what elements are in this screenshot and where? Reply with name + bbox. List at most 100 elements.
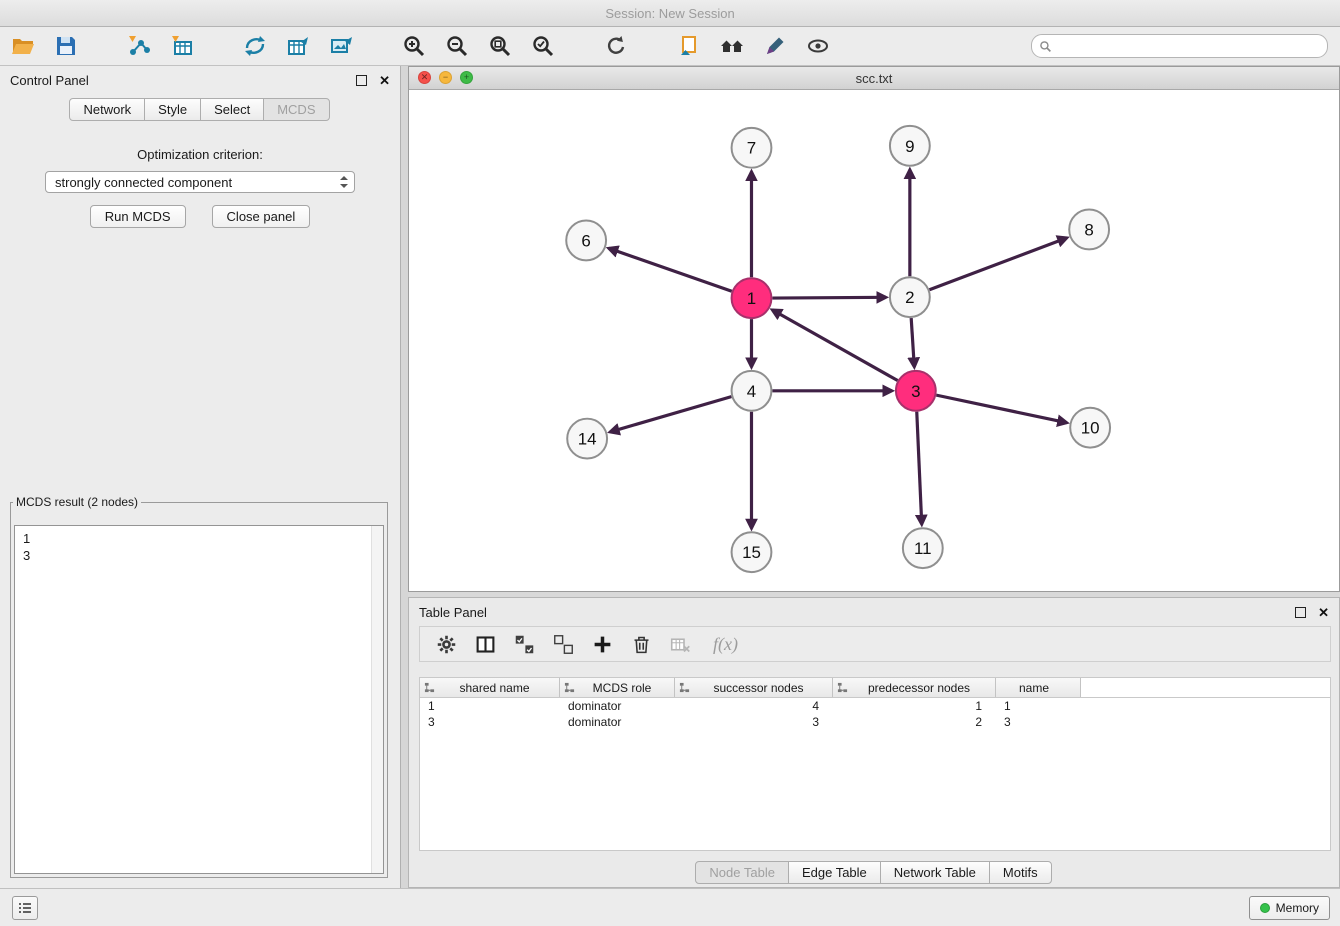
graph-node-15[interactable]: 15: [732, 532, 772, 572]
tab-style[interactable]: Style: [144, 98, 201, 121]
table-cell: dominator: [560, 699, 675, 713]
window-close-icon[interactable]: ✕: [418, 71, 431, 84]
memory-label: Memory: [1276, 901, 1319, 915]
graph-edge-1-6[interactable]: [609, 248, 732, 291]
search-input[interactable]: [1052, 36, 1327, 56]
table-cell: 3: [996, 715, 1081, 729]
graph-node-8[interactable]: 8: [1069, 210, 1109, 250]
graph-node-4[interactable]: 4: [732, 371, 772, 411]
svg-text:10: 10: [1081, 419, 1100, 438]
memory-button[interactable]: Memory: [1249, 896, 1330, 920]
table-tab-network-table[interactable]: Network Table: [880, 861, 990, 884]
graph-edge-3-10[interactable]: [936, 395, 1066, 423]
graph-node-2[interactable]: 2: [890, 277, 930, 317]
column-header-label: MCDS role: [578, 681, 674, 695]
network-window-title: scc.txt: [856, 71, 893, 86]
svg-text:7: 7: [747, 139, 756, 158]
column-header-label: predecessor nodes: [851, 681, 995, 695]
table-tab-node-table[interactable]: Node Table: [695, 861, 789, 884]
mcds-result-list: 13: [14, 525, 384, 874]
tab-select[interactable]: Select: [200, 98, 264, 121]
graph-node-3[interactable]: 3: [896, 371, 936, 411]
duplicate-network-icon[interactable]: [676, 33, 702, 59]
close-panel-icon[interactable]: ✕: [379, 74, 390, 87]
refresh-view-icon[interactable]: [603, 33, 629, 59]
graph-node-1[interactable]: 1: [732, 278, 772, 318]
mcds-result-group: MCDS result (2 nodes) 13: [10, 495, 388, 878]
tab-network[interactable]: Network: [69, 98, 145, 121]
save-session-icon[interactable]: [53, 33, 79, 59]
zoom-selected-icon[interactable]: [530, 33, 556, 59]
mcds-result-item[interactable]: 3: [23, 547, 383, 564]
graph-edge-2-8[interactable]: [929, 238, 1066, 290]
column-header-name[interactable]: name: [996, 678, 1081, 697]
column-type-icon: [837, 682, 848, 693]
table-row[interactable]: 1dominator411: [420, 698, 1330, 714]
svg-text:2: 2: [905, 288, 914, 307]
table-tab-edge-table[interactable]: Edge Table: [788, 861, 881, 884]
graph-node-9[interactable]: 9: [890, 126, 930, 166]
window-zoom-icon[interactable]: +: [460, 71, 473, 84]
graph-edge-3-1[interactable]: [772, 310, 897, 381]
column-type-icon: [424, 682, 435, 693]
graph-edge-1-2[interactable]: [772, 297, 886, 298]
table-cell: dominator: [560, 715, 675, 729]
zoom-fit-icon[interactable]: [487, 33, 513, 59]
float-table-panel-icon[interactable]: [1295, 607, 1306, 618]
network-canvas[interactable]: 1 2 3 4 6 7 8 9 10 11 14 15: [409, 90, 1339, 591]
table-cell: 3: [420, 715, 560, 729]
select-all-icon[interactable]: [512, 632, 536, 656]
graph-edge-2-3[interactable]: [911, 318, 914, 367]
zoom-out-icon[interactable]: [444, 33, 470, 59]
criterion-selected-value: strongly connected component: [55, 175, 232, 190]
show-hide-icon[interactable]: [805, 33, 831, 59]
open-file-icon[interactable]: [10, 33, 36, 59]
criterion-select[interactable]: strongly connected component: [45, 171, 355, 193]
task-history-button[interactable]: [12, 896, 38, 920]
table-cell: 3: [675, 715, 833, 729]
table-body: 1dominator4113dominator323: [420, 698, 1330, 730]
close-panel-button[interactable]: Close panel: [212, 205, 311, 228]
import-network-icon[interactable]: [126, 33, 152, 59]
control-panel: Control Panel ✕ NetworkStyleSelectMCDS O…: [0, 66, 401, 888]
zoom-in-icon[interactable]: [401, 33, 427, 59]
graph-node-14[interactable]: 14: [567, 419, 607, 459]
table-tab-motifs[interactable]: Motifs: [989, 861, 1052, 884]
annotation-pen-icon[interactable]: [762, 33, 788, 59]
result-scrollbar[interactable]: [371, 526, 383, 873]
column-header-predecessor-nodes[interactable]: predecessor nodes: [833, 678, 996, 697]
mcds-result-item[interactable]: 1: [23, 530, 383, 547]
column-header-label: successor nodes: [693, 681, 832, 695]
graph-edge-3-11[interactable]: [917, 412, 922, 525]
column-header-successor-nodes[interactable]: successor nodes: [675, 678, 833, 697]
close-table-panel-icon[interactable]: ✕: [1318, 606, 1329, 619]
table-row[interactable]: 3dominator323: [420, 714, 1330, 730]
column-header-label: name: [996, 681, 1080, 695]
graph-node-10[interactable]: 10: [1070, 408, 1110, 448]
export-network-icon[interactable]: [242, 33, 268, 59]
deselect-all-icon[interactable]: [551, 632, 575, 656]
run-mcds-button[interactable]: Run MCDS: [90, 205, 186, 228]
add-column-icon[interactable]: [590, 632, 614, 656]
window-minimize-icon[interactable]: −: [439, 71, 452, 84]
search-box: [1031, 34, 1328, 58]
table-tabs: Node TableEdge TableNetwork TableMotifs: [409, 861, 1339, 884]
table-header-row: shared name MCDS role successor nodes prede…: [420, 678, 1330, 698]
column-header-mcds-role[interactable]: MCDS role: [560, 678, 675, 697]
delete-row-trash-icon[interactable]: [629, 632, 653, 656]
export-table-icon[interactable]: [285, 33, 311, 59]
home-view-icon[interactable]: [719, 33, 745, 59]
import-table-icon[interactable]: [169, 33, 195, 59]
column-header-shared-name[interactable]: shared name: [420, 678, 560, 697]
graph-node-6[interactable]: 6: [566, 220, 606, 260]
export-image-icon[interactable]: [328, 33, 354, 59]
tab-mcds[interactable]: MCDS: [263, 98, 329, 121]
float-panel-icon[interactable]: [356, 75, 367, 86]
graph-node-7[interactable]: 7: [732, 128, 772, 168]
graph-node-11[interactable]: 11: [903, 528, 943, 568]
status-bar: Memory: [0, 888, 1340, 926]
table-settings-gear-icon[interactable]: [434, 632, 458, 656]
panel-splitter[interactable]: [401, 66, 408, 888]
show-columns-icon[interactable]: [473, 632, 497, 656]
graph-edge-4-14[interactable]: [610, 397, 731, 432]
